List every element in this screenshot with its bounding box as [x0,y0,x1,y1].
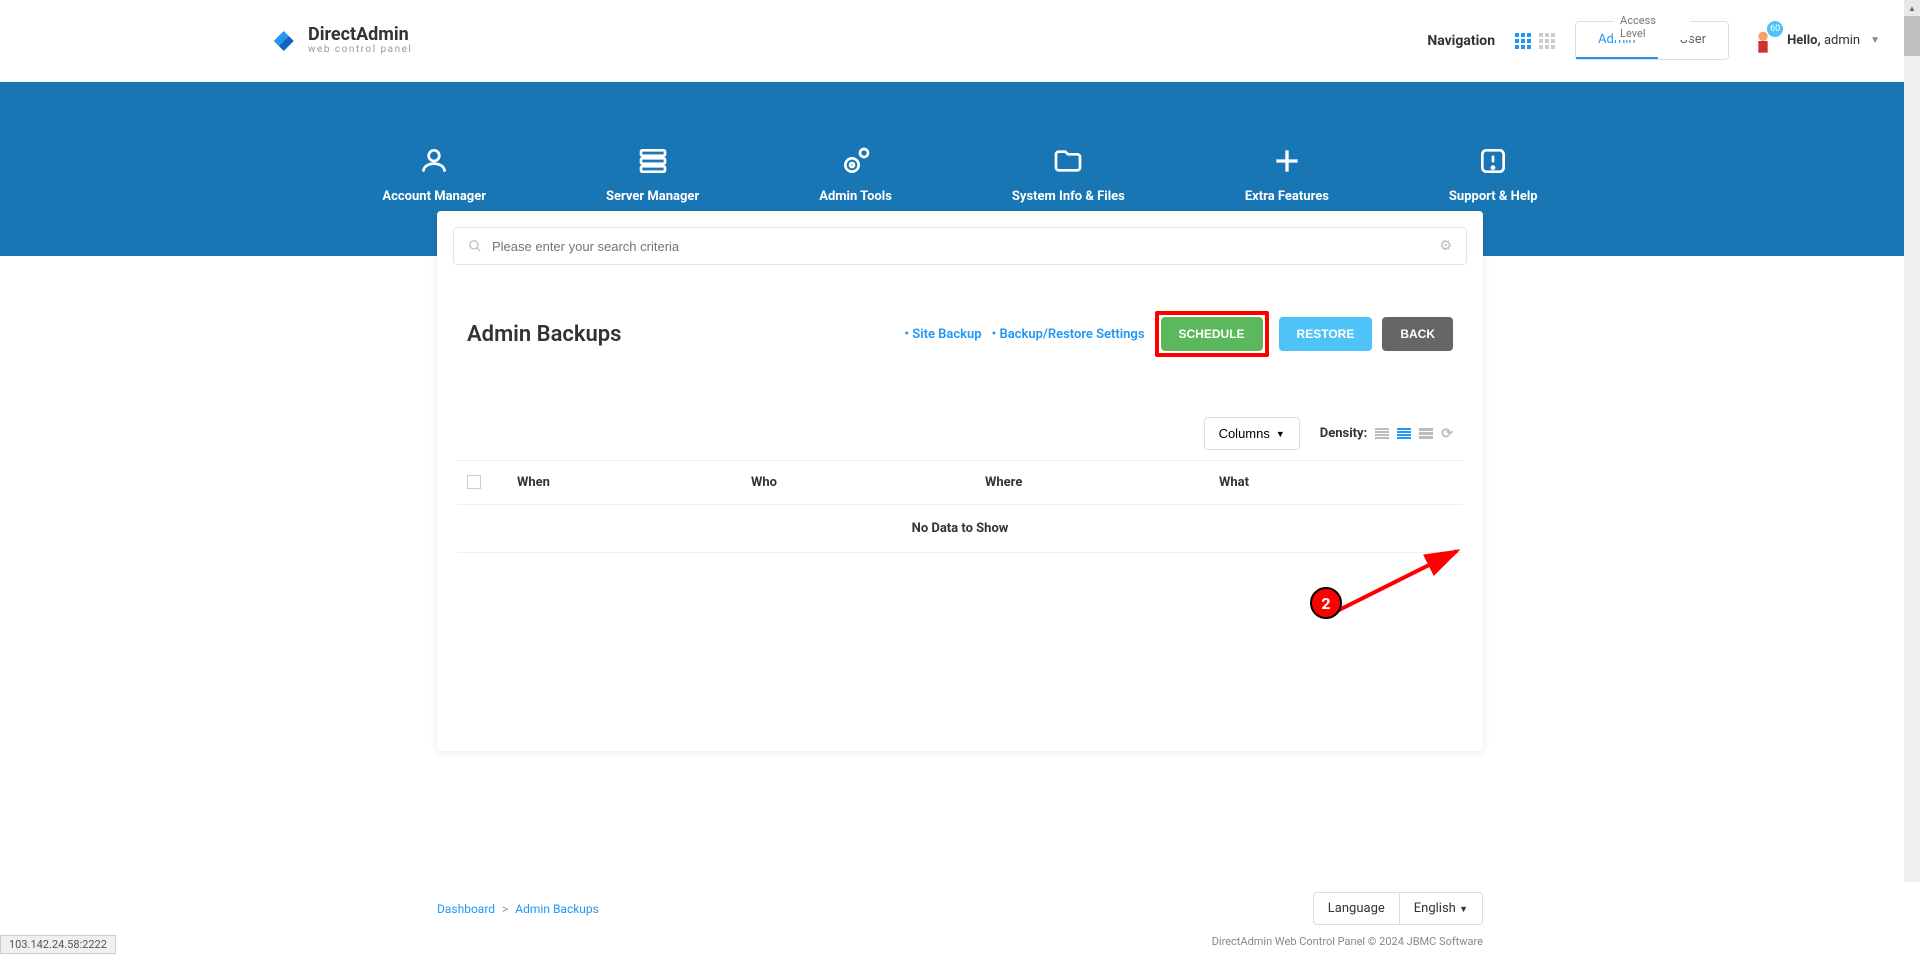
search-input[interactable] [492,239,1429,254]
search-settings-icon[interactable]: ⚙ [1439,238,1452,254]
user-menu[interactable]: 60 Hello, admin ▼ [1749,27,1880,55]
annotation-arrow [1307,541,1487,631]
density-compact-icon[interactable] [1375,428,1389,439]
density-normal-icon[interactable] [1397,428,1411,439]
copyright: DirectAdmin Web Control Panel © 2024 JBM… [437,935,1483,954]
footer: Dashboard > Admin Backups Language Engli… [0,882,1920,954]
col-what[interactable]: What [1219,475,1453,490]
refresh-icon[interactable]: ⟳ [1441,426,1453,442]
backup-restore-settings-link[interactable]: • Backup/Restore Settings [992,327,1145,342]
col-who[interactable]: Who [751,475,985,490]
scrollbar[interactable]: ▲ ▼ [1904,0,1920,954]
logo[interactable]: DirectAdmin web control panel [270,26,412,56]
chevron-down-icon: ▼ [1870,35,1880,46]
language-value[interactable]: English ▼ [1400,893,1482,924]
nav-server-manager[interactable]: Server Manager [606,145,699,204]
backup-table: When Who Where What No Data to Show [457,460,1463,553]
content: ⚙ Admin Backups • Site Backup • Backup/R… [437,211,1483,751]
logo-icon [270,26,300,56]
list-view-icon[interactable] [1539,33,1555,49]
columns-button[interactable]: Columns ▼ [1204,417,1300,450]
plus-icon [1271,145,1303,177]
status-bar: 103.142.24.58:2222 [0,935,116,954]
select-all-checkbox[interactable] [467,475,481,489]
site-backup-link[interactable]: • Site Backup [904,327,981,342]
access-level-label: Access Level [1614,14,1690,40]
hello-text: Hello, admin [1787,33,1860,48]
logo-sub: web control panel [308,44,412,55]
breadcrumb-dashboard[interactable]: Dashboard [437,902,495,916]
density-label: Density: [1320,426,1367,441]
alert-icon [1477,145,1509,177]
logo-name: DirectAdmin [308,26,412,44]
notification-badge: 60 [1767,21,1783,37]
access-level-toggle: Access Level Admin User [1575,21,1729,60]
col-where[interactable]: Where [985,475,1219,490]
scroll-thumb[interactable] [1904,16,1920,56]
back-button[interactable]: BACK [1382,317,1453,351]
chevron-down-icon: ▼ [1276,429,1285,439]
topbar: DirectAdmin web control panel Navigation… [0,0,1920,82]
nav-support-help[interactable]: Support & Help [1449,145,1538,204]
col-when[interactable]: When [517,475,751,490]
server-icon [637,145,669,177]
nav-system-info[interactable]: System Info & Files [1012,145,1125,204]
folder-icon [1052,145,1084,177]
nav-extra-features[interactable]: Extra Features [1245,145,1329,204]
page-title: Admin Backups [467,322,621,347]
gears-icon [840,145,872,177]
user-icon [418,145,450,177]
no-data-message: No Data to Show [457,505,1463,553]
annotation-highlight: SCHEDULE [1155,311,1269,357]
language-selector[interactable]: Language English ▼ [1313,892,1483,925]
nav-account-manager[interactable]: Account Manager [382,145,486,204]
restore-button[interactable]: RESTORE [1279,317,1373,351]
search-icon [468,239,482,253]
nav-admin-tools[interactable]: Admin Tools [819,145,892,204]
breadcrumb-current[interactable]: Admin Backups [515,902,599,916]
navigation-label: Navigation [1427,33,1495,49]
grid-view-icon[interactable] [1515,33,1531,49]
language-label: Language [1314,893,1400,924]
avatar: 60 [1749,27,1777,55]
scroll-up[interactable]: ▲ [1904,0,1920,16]
annotation-number: 2 [1310,587,1342,619]
breadcrumb: Dashboard > Admin Backups [437,902,599,916]
schedule-button[interactable]: SCHEDULE [1161,317,1263,351]
search-box[interactable]: ⚙ [453,227,1467,265]
density-wide-icon[interactable] [1419,428,1433,439]
